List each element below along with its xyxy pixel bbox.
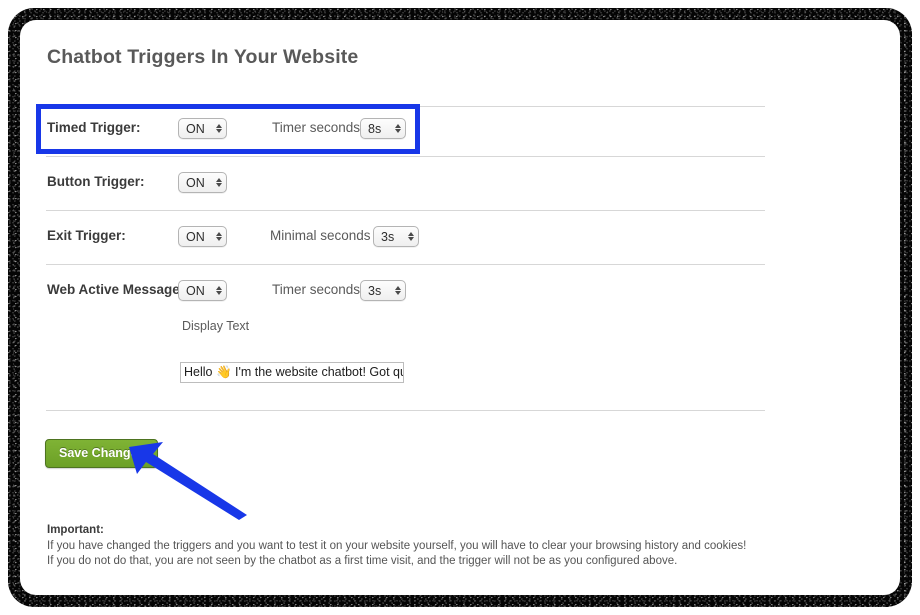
web-active-message-toggle-select[interactable]: ON <box>178 280 227 301</box>
divider-above-save-button <box>46 410 765 411</box>
display-text-input[interactable]: Hello 👋 I'm the website chatbot! Got que… <box>180 362 404 383</box>
stepper-arrows-icon <box>408 231 414 242</box>
timed-trigger-seconds-value: 8s <box>368 121 382 136</box>
web-active-message-seconds-label: Timer seconds <box>272 282 361 297</box>
timed-trigger-seconds-select[interactable]: 8s <box>360 118 406 139</box>
divider-above-web-active <box>46 264 765 265</box>
stepper-arrows-icon <box>216 231 222 242</box>
stepper-arrows-icon <box>216 285 222 296</box>
footer-line-1: If you have changed the triggers and you… <box>47 539 747 552</box>
screenshot-root: Chatbot Triggers In Your Website Timed T… <box>0 0 920 615</box>
exit-trigger-seconds-value: 3s <box>381 229 395 244</box>
footer-important-label: Important: <box>47 524 104 536</box>
exit-trigger-seconds-select[interactable]: 3s <box>373 226 419 247</box>
stepper-arrows-icon <box>216 177 222 188</box>
page-title: Chatbot Triggers In Your Website <box>47 46 359 68</box>
timed-trigger-toggle-value: ON <box>186 121 205 136</box>
web-active-message-seconds-value: 3s <box>368 283 382 298</box>
row-label-button-trigger: Button Trigger: <box>47 174 145 189</box>
exit-trigger-toggle-select[interactable]: ON <box>178 226 227 247</box>
row-label-web-active-message: Web Active Message: <box>47 282 185 297</box>
web-active-message-seconds-select[interactable]: 3s <box>360 280 406 301</box>
button-trigger-toggle-select[interactable]: ON <box>178 172 227 193</box>
stepper-arrows-icon <box>216 123 222 134</box>
divider-above-exit-trigger <box>46 210 765 211</box>
settings-card: Chatbot Triggers In Your Website Timed T… <box>20 20 900 595</box>
timed-trigger-toggle-select[interactable]: ON <box>178 118 227 139</box>
web-active-message-toggle-value: ON <box>186 283 205 298</box>
exit-trigger-seconds-label: Minimal seconds <box>270 228 371 243</box>
button-trigger-toggle-value: ON <box>186 175 205 190</box>
exit-trigger-toggle-value: ON <box>186 229 205 244</box>
footer-note: Important: If you have changed the trigg… <box>47 523 746 570</box>
stepper-arrows-icon <box>395 285 401 296</box>
save-changes-button[interactable]: Save Changes <box>45 439 159 468</box>
timed-trigger-seconds-label: Timer seconds <box>272 120 361 135</box>
divider-above-button-trigger <box>46 156 765 157</box>
row-label-timed-trigger: Timed Trigger: <box>47 120 141 135</box>
footer-line-2: If you do not do that, you are not seen … <box>47 555 678 567</box>
divider-above-timed-trigger <box>46 106 765 107</box>
display-text-label: Display Text <box>182 319 250 333</box>
stepper-arrows-icon <box>395 123 401 134</box>
row-label-exit-trigger: Exit Trigger: <box>47 228 126 243</box>
